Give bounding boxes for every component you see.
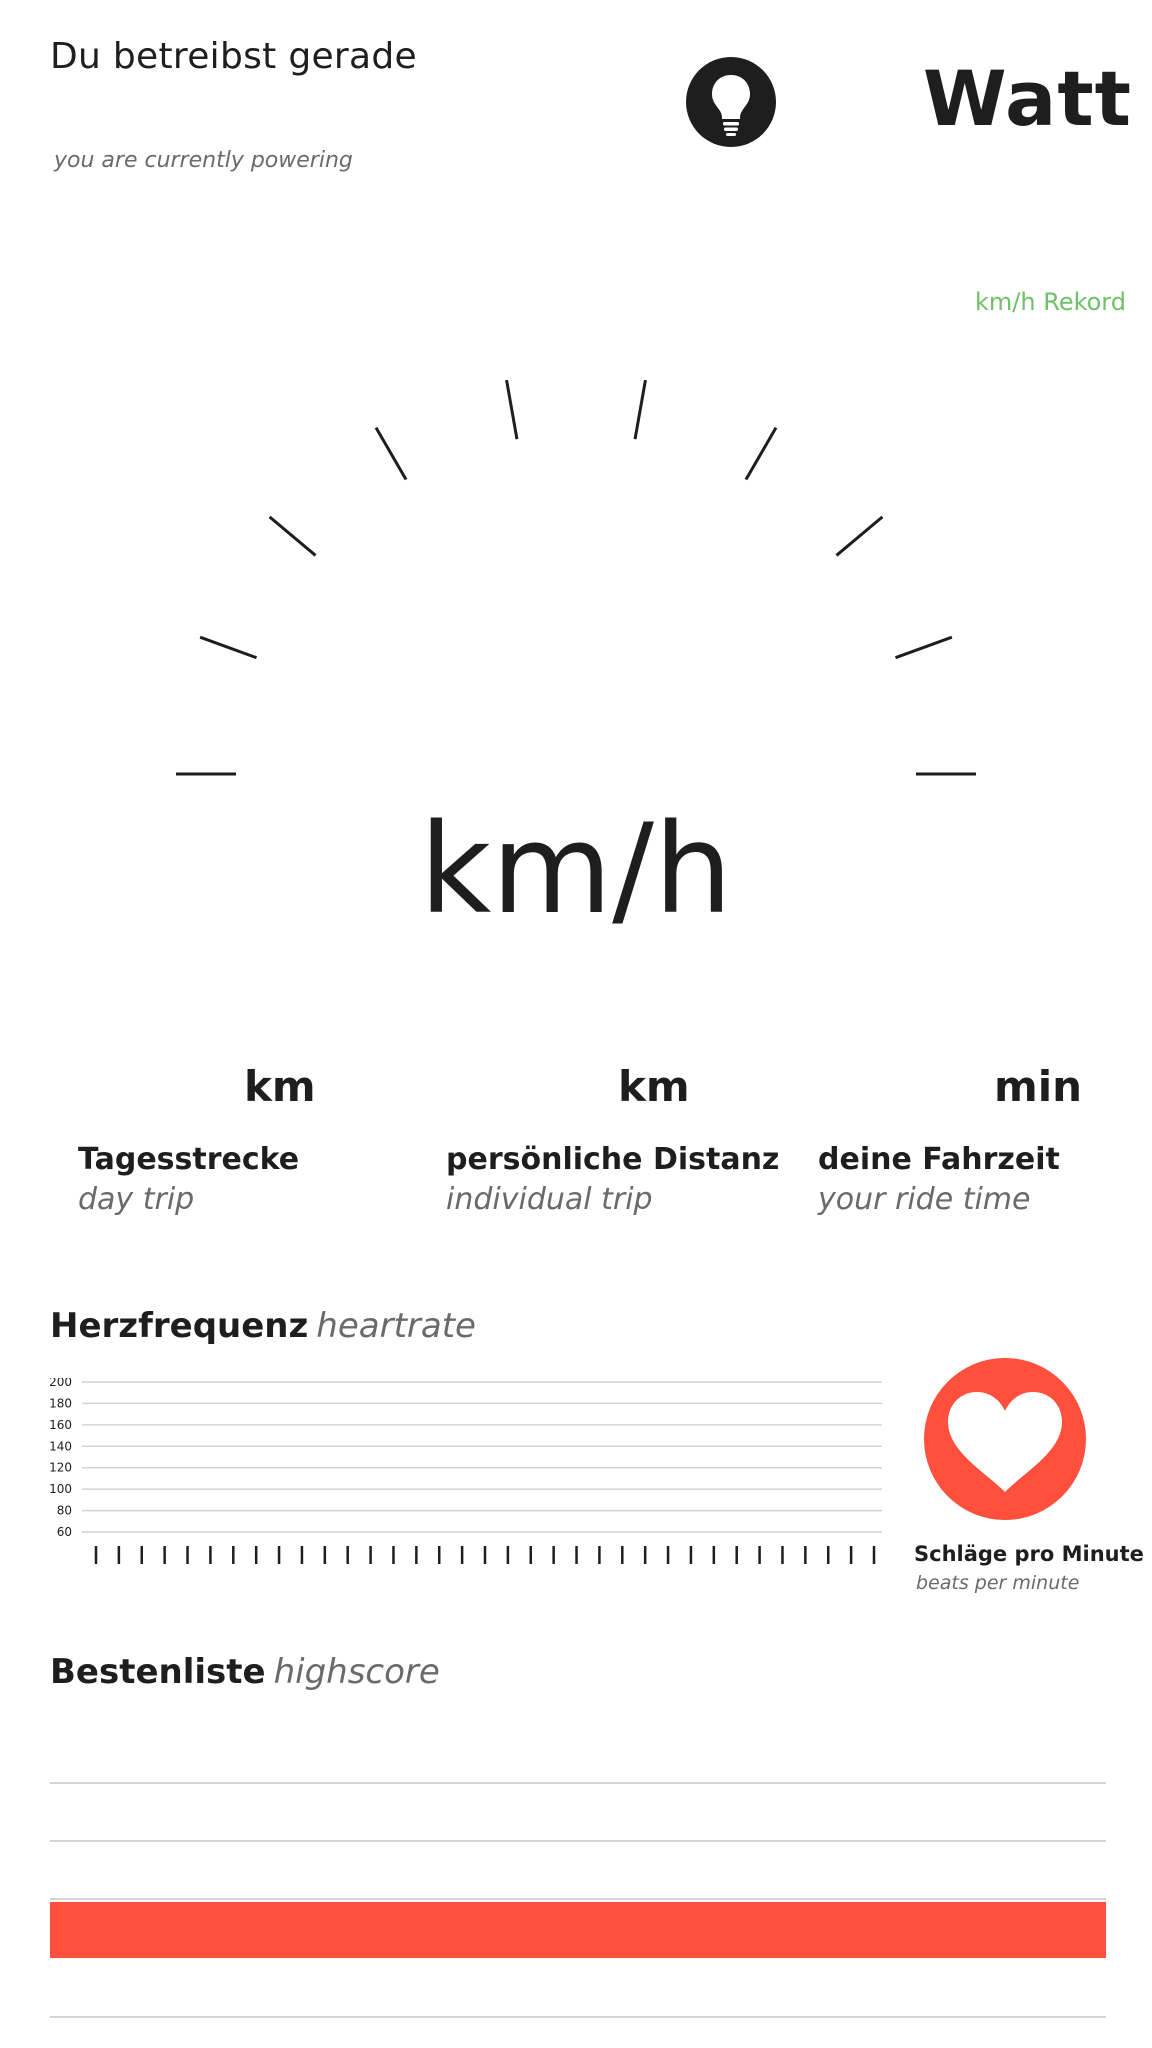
heartrate-title-de: Herzfrequenz (50, 1306, 309, 1346)
lightbulb-icon (686, 57, 776, 147)
heartrate-chart: 200 180 160 140 120 100 80 60 (49, 1378, 882, 1564)
speed-tick (374, 426, 408, 481)
power-unit: Watt (922, 54, 1132, 143)
stat-unit: min (994, 1062, 1083, 1111)
y-tick-label: 140 (49, 1439, 72, 1453)
highscore-row (50, 1726, 1106, 1784)
speed-unit: km/h (419, 798, 733, 942)
speedometer-ticks (176, 379, 976, 776)
highscore-list (50, 1726, 1106, 2018)
speed-tick (268, 515, 317, 557)
heartrate-title-en: heartrate (316, 1306, 476, 1346)
speed-tick (835, 515, 884, 557)
stat-unit: km (618, 1062, 690, 1111)
stat-label-en: your ride time (818, 1182, 1031, 1217)
y-tick-label: 80 (57, 1504, 72, 1518)
speed-tick (894, 635, 953, 660)
y-tick-label: 60 (57, 1525, 72, 1539)
stat-label: Tagesstrecke (78, 1142, 300, 1177)
speed-tick (199, 635, 258, 660)
bpm-label-en: beats per minute (916, 1572, 1080, 1594)
highscore-title-de: Bestenliste (50, 1652, 266, 1692)
speed-tick (744, 426, 778, 481)
stat-unit: km (244, 1062, 316, 1111)
y-tick-label: 120 (49, 1461, 72, 1475)
bpm-label: Schläge pro Minute (914, 1542, 1144, 1566)
powering-subtitle: you are currently powering (54, 148, 353, 173)
highscore-row (50, 1958, 1106, 2018)
highscore-row-highlighted (50, 1902, 1106, 1958)
speed-tick (505, 379, 519, 440)
stat-label-en: individual trip (446, 1182, 653, 1217)
highscore-title-en: highscore (273, 1652, 440, 1692)
heart-icon (924, 1358, 1086, 1520)
heartrate-title: Herzfrequenz heartrate (50, 1306, 476, 1346)
stat-label: deine Fahrzeit (818, 1142, 1060, 1177)
y-tick-label: 160 (49, 1418, 72, 1432)
stat-label: persönliche Distanz (446, 1142, 780, 1177)
highscore-title: Bestenliste highscore (50, 1652, 440, 1692)
stat-label-en: day trip (78, 1182, 195, 1217)
y-tick-label: 180 (49, 1396, 72, 1410)
y-tick-label: 100 (49, 1482, 72, 1496)
highscore-row (50, 1842, 1106, 1900)
y-tick-label: 200 (49, 1378, 72, 1389)
highscore-row (50, 1784, 1106, 1842)
speed-tick (633, 379, 647, 440)
powering-title: Du betreibst gerade (50, 36, 417, 77)
